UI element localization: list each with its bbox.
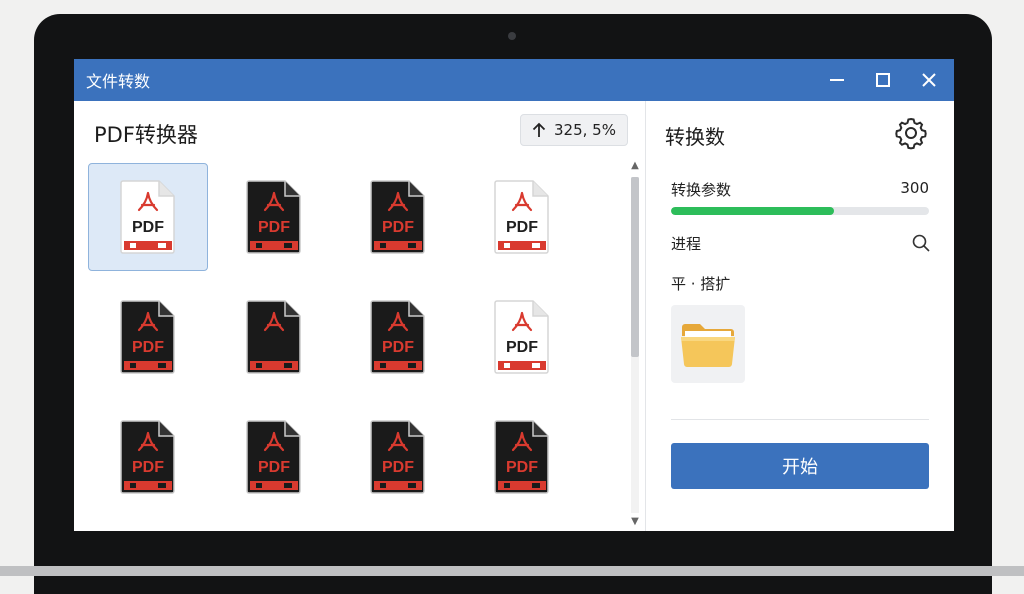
file-item[interactable]: PDF [214, 403, 334, 511]
pane-title: PDF转换器 [94, 123, 198, 147]
pdf-file-icon: PDF [120, 299, 176, 375]
file-pane: PDF转换器 325, 5% PDF PDF PDF PDF PDF PDF PDF PDF P… [74, 101, 646, 531]
folder-icon [681, 324, 735, 367]
file-label: PDF [258, 219, 290, 236]
file-grid: PDF PDF PDF PDF PDF PDF PDF PDF PDF PDF PDF [74, 157, 626, 531]
file-label: PDF [506, 339, 538, 356]
scroll-down-icon[interactable]: ▼ [628, 515, 642, 529]
param-slider[interactable] [671, 207, 929, 215]
pdf-file-icon: PDF [494, 299, 550, 375]
progress-label: 进程 [671, 235, 702, 253]
gear-icon [895, 117, 927, 150]
file-item[interactable]: PDF [88, 283, 208, 391]
file-item[interactable]: PDF [338, 283, 458, 391]
file-label: PDF [258, 459, 290, 476]
file-item[interactable]: PDF [88, 403, 208, 511]
file-label: PDF [506, 219, 538, 236]
pdf-file-icon: PDF [246, 179, 302, 255]
file-label: PDF [382, 459, 414, 476]
file-item[interactable]: PDF [462, 283, 582, 391]
search-icon [912, 234, 930, 252]
file-item[interactable]: PDF [88, 163, 208, 271]
file-item[interactable] [214, 283, 334, 391]
close-button[interactable] [906, 59, 952, 101]
search-button[interactable] [911, 233, 931, 253]
settings-title: 转换数 [665, 125, 725, 149]
file-item[interactable]: PDF [214, 163, 334, 271]
maximize-icon [876, 73, 890, 87]
pdf-file-icon: PDF [120, 419, 176, 495]
file-label: PDF [382, 219, 414, 236]
file-item[interactable]: PDF [462, 403, 582, 511]
divider [671, 419, 929, 420]
pdf-file-icon: PDF [370, 179, 426, 255]
scroll-up-icon[interactable]: ▲ [628, 159, 642, 173]
pdf-file-icon [246, 299, 302, 375]
start-button[interactable]: 开始 [671, 443, 929, 489]
maximize-button[interactable] [860, 59, 906, 101]
folder-button[interactable] [671, 305, 745, 383]
pdf-file-icon: PDF [120, 179, 176, 255]
webcam [508, 32, 516, 40]
arrow-up-icon [532, 122, 546, 137]
settings-button[interactable] [893, 115, 929, 151]
stat-badge[interactable]: 325, 5% [520, 114, 628, 146]
file-item[interactable]: PDF [338, 163, 458, 271]
param-slider-fill [671, 207, 834, 215]
sub-label: 平 · 搭扩 [671, 275, 731, 293]
close-icon [922, 73, 936, 87]
file-label: PDF [132, 459, 164, 476]
window-title: 文件转数 [86, 72, 151, 91]
scrollbar[interactable]: ▲ ▼ [626, 157, 644, 531]
pdf-file-icon: PDF [246, 419, 302, 495]
pdf-file-icon: PDF [494, 179, 550, 255]
file-label: PDF [382, 339, 414, 356]
file-item[interactable]: PDF [462, 163, 582, 271]
settings-pane: 转换数 转换参数 300 进程 平 · 搭扩 开始 [647, 101, 954, 531]
pdf-file-icon: PDF [494, 419, 550, 495]
param-label: 转换参数 [671, 181, 732, 199]
scroll-thumb[interactable] [631, 177, 639, 357]
app-window: 文件转数 PDF转换器 325, 5% PDF PDF PDF PDF PDF PDF PD… [74, 59, 954, 531]
param-value: 300 [900, 179, 929, 197]
pdf-file-icon: PDF [370, 299, 426, 375]
pdf-file-icon: PDF [370, 419, 426, 495]
minimize-icon [830, 79, 844, 81]
file-label: PDF [506, 459, 538, 476]
laptop-base [0, 566, 1024, 576]
minimize-button[interactable] [814, 59, 860, 101]
file-label: PDF [132, 339, 164, 356]
file-label: PDF [132, 219, 164, 236]
file-item[interactable]: PDF [338, 403, 458, 511]
stat-value: 325, 5% [554, 121, 616, 139]
